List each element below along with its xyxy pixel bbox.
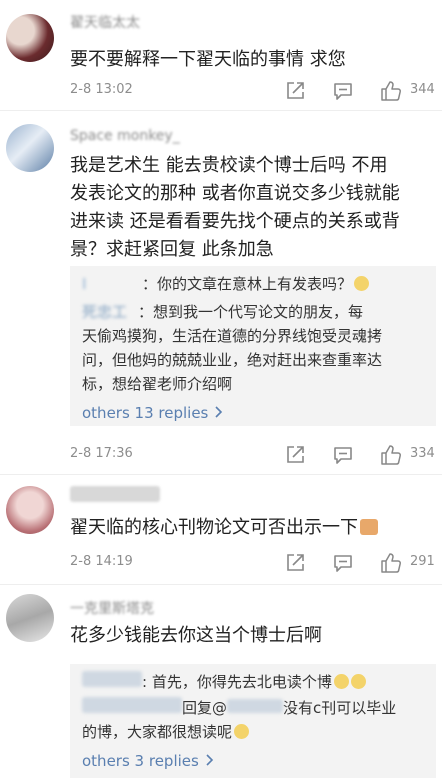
more-replies-link[interactable]: others 3 replies	[82, 752, 214, 770]
comment-icon[interactable]	[332, 80, 358, 102]
reply-text-line: 的博，大家都很想读呢	[82, 723, 233, 741]
reply-box[interactable]: Ⅰ ：你的文章在意林上有发表吗？ 死忠工 ：想到我一个代写论文的朋友，每 天偷鸡摸狗…	[70, 266, 436, 426]
comment-username[interactable]	[70, 486, 160, 502]
reply-username[interactable]	[82, 697, 182, 713]
share-icon[interactable]	[284, 444, 310, 466]
reply-text-line: 回复@	[182, 699, 228, 717]
avatar[interactable]	[6, 486, 54, 534]
more-replies-label: others 13 replies	[82, 404, 209, 422]
comment-date: 2-8 17:36	[70, 446, 133, 461]
like-count: 291	[410, 554, 435, 569]
comment-text-body: 翟天临的核心刊物论文可否出示一下	[70, 517, 358, 538]
avatar[interactable]	[6, 124, 54, 172]
mention-name[interactable]	[227, 699, 284, 713]
share-icon[interactable]	[284, 80, 310, 102]
reply-text-line: 没有c刊可以毕业	[283, 699, 397, 717]
comment-text-line: 进来读 还是看看要先找个硬点的关系或背	[70, 211, 400, 232]
comment-2: Space monkey_ 我是艺术生 能去贵校读个博士后吗 不用 发表论文的那…	[0, 112, 442, 474]
reply-username[interactable]: 死忠工	[82, 300, 138, 324]
avatar[interactable]	[6, 594, 54, 642]
comment-date: 2-8 14:19	[70, 554, 133, 569]
reply-text-line: 问，但他妈的兢兢业业，绝对赶出来查重率达	[82, 351, 383, 369]
comment-icon[interactable]	[332, 552, 358, 574]
comment-3: 翟天临的核心刊物论文可否出示一下 2-8 14:19 291	[0, 476, 442, 582]
comment-meta: 2-8 17:36 334	[70, 444, 436, 468]
divider	[0, 110, 442, 111]
reply-text-line: 标，想给翟老师介绍啊	[82, 375, 233, 393]
chevron-right-icon	[213, 404, 223, 422]
reply-username[interactable]	[82, 671, 142, 687]
reply-box[interactable]: : 首先，你得先去北电读个博 回复@ 没有c刊可以毕业 的博，大家都很想读呢 ot…	[70, 664, 436, 778]
emoji-icon	[360, 519, 378, 535]
like-icon[interactable]	[380, 444, 406, 466]
avatar[interactable]	[6, 14, 54, 62]
comment-text-line: 我是艺术生 能去贵校读个博士后吗 不用	[70, 155, 388, 176]
like-icon[interactable]	[380, 80, 406, 102]
comment-4: 一克里斯塔克 花多少钱能去你这当个博士后啊 : 首先，你得先去北电读个博 回复@…	[0, 586, 442, 778]
comment-text: 翟天临的核心刊物论文可否出示一下	[70, 514, 430, 542]
reply-item[interactable]: Ⅰ ：你的文章在意林上有发表吗？	[82, 272, 370, 296]
more-replies-link[interactable]: others 13 replies	[82, 404, 223, 422]
divider	[0, 584, 442, 585]
like-count: 334	[410, 446, 435, 461]
comment-1: 翟天临太太 要不要解释一下翟天临的事情 求您 2-8 13:02 344	[0, 0, 442, 108]
comment-icon[interactable]	[332, 444, 358, 466]
comment-text: 要不要解释一下翟天临的事情 求您	[70, 49, 346, 70]
comment-meta: 2-8 14:19 291	[70, 552, 436, 576]
reply-username[interactable]: Ⅰ	[82, 272, 142, 296]
more-replies-label: others 3 replies	[82, 752, 199, 770]
like-count: 344	[410, 82, 435, 97]
comment-username[interactable]: 翟天临太太	[70, 12, 140, 32]
comment-text-line: 发表论文的那种 或者你直说交多少钱就能	[70, 183, 400, 204]
comment-text: 花多少钱能去你这当个博士后啊	[70, 625, 322, 646]
reply-text: 首先，你得先去北电读个博	[151, 673, 332, 691]
emoji-icon	[350, 674, 366, 689]
share-icon[interactable]	[284, 552, 310, 574]
emoji-icon	[234, 724, 250, 739]
reply-item[interactable]: : 首先，你得先去北电读个博	[82, 670, 366, 694]
comment-username[interactable]: Space monkey_	[70, 128, 180, 144]
reply-text-line: 天偷鸡摸狗，生活在道德的分界线饱受灵魂拷	[82, 327, 383, 345]
comment-date: 2-8 13:02	[70, 82, 133, 97]
chevron-right-icon	[204, 752, 214, 770]
divider	[0, 474, 442, 475]
comment-text-line: 景？求赶紧回复 此条加急	[70, 239, 274, 260]
reply-text-line: 想到我一个代写论文的朋友，每	[153, 303, 364, 321]
comment-meta: 2-8 13:02 344	[70, 80, 436, 104]
comment-username[interactable]: 一克里斯塔克	[70, 598, 154, 618]
reply-text: 你的文章在意林上有发表吗？	[157, 275, 353, 293]
comment-text: 我是艺术生 能去贵校读个博士后吗 不用 发表论文的那种 或者你直说交多少钱就能 …	[70, 152, 430, 264]
like-icon[interactable]	[380, 552, 406, 574]
emoji-icon	[333, 674, 349, 689]
emoji-icon	[354, 276, 370, 291]
